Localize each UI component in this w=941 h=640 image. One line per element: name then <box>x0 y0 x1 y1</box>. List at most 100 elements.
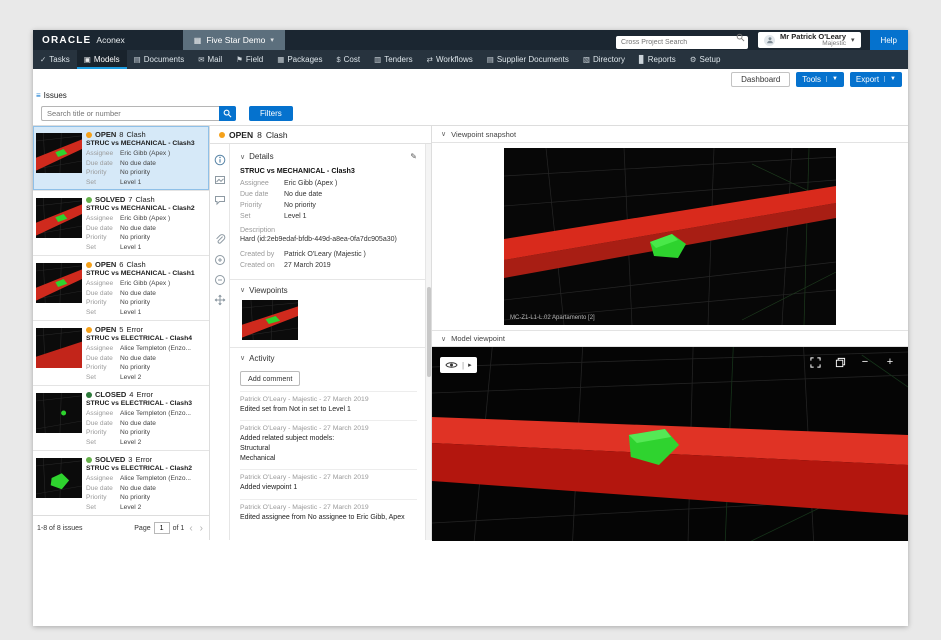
dashboard-button[interactable]: Dashboard <box>731 72 790 87</box>
activity-text: Added related subject models: <box>240 434 417 444</box>
activity-text: Structural <box>240 444 417 454</box>
chevron-down-icon: ▼ <box>884 76 896 82</box>
add-comment-button[interactable]: Add comment <box>240 371 300 386</box>
export-button[interactable]: Export ▼ <box>850 72 902 87</box>
issue-number: 4 <box>129 390 133 399</box>
issue-card[interactable]: OPEN 8 Clash STRUC vs MECHANICAL - Clash… <box>33 126 209 191</box>
viewpoint-image-icon[interactable] <box>214 174 226 186</box>
edit-icon[interactable]: ✎ <box>410 152 417 161</box>
issue-detail-panel: OPEN 8 Clash <box>210 126 432 540</box>
issue-list-footer: 1-8 of 8 issues Page of 1 ‹ › <box>33 515 209 540</box>
nav-item-packages[interactable]: ▦Packages <box>270 50 329 69</box>
nav-item-cost[interactable]: $Cost <box>329 50 367 69</box>
next-page-icon[interactable]: › <box>198 523 205 534</box>
filters-button[interactable]: Filters <box>249 106 293 121</box>
viewpoint-panel: ∨ Viewpoint snapshot <box>432 126 908 540</box>
field-icon: ⚑ <box>236 55 243 64</box>
issue-card[interactable]: SOLVED 7 Clash STRUC vs MECHANICAL - Cla… <box>33 191 209 256</box>
viewpoints-section-header[interactable]: ∨ Viewpoints <box>240 286 417 295</box>
activity-text: Mechanical <box>240 454 417 464</box>
reports-icon: ▊ <box>639 55 645 64</box>
workflows-icon: ⇄ <box>427 55 433 64</box>
transform-axes-icon[interactable] <box>214 294 226 306</box>
fullscreen-icon[interactable] <box>809 356 821 368</box>
add-circle-icon[interactable] <box>214 254 226 266</box>
issue-card[interactable]: SOLVED 3 Error STRUC vs ELECTRICAL - Cla… <box>33 451 209 515</box>
chevron-down-icon: ∨ <box>240 354 245 362</box>
issue-type: Error <box>136 390 153 399</box>
issue-title: STRUC vs ELECTRICAL - Clash3 <box>86 400 206 407</box>
nav-item-models[interactable]: ▣Models <box>77 50 127 69</box>
help-button[interactable]: Help <box>870 30 908 50</box>
nav-item-field[interactable]: ⚑Field <box>229 50 270 69</box>
nav-item-workflows[interactable]: ⇄Workflows <box>420 50 480 69</box>
activity-meta: Patrick O'Leary - Majestic - 27 March 20… <box>240 474 417 481</box>
nav-item-reports[interactable]: ▊Reports <box>632 50 683 69</box>
chevron-down-icon: ∨ <box>240 153 245 161</box>
issue-type: Clash <box>126 130 145 139</box>
detail-field-row: Due dateNo due date <box>240 190 417 201</box>
issue-thumbnail <box>36 198 82 238</box>
viewpoint-snapshot-image: MC-Z1-L1-L.02 Apartamento [2] <box>504 148 836 325</box>
chevron-down-icon: ∨ <box>441 130 446 138</box>
attachment-icon[interactable] <box>214 234 226 246</box>
zoom-in-icon[interactable]: + <box>884 356 896 368</box>
nav-item-documents[interactable]: ▤Documents <box>127 50 192 69</box>
viewpoint-snapshot-header[interactable]: ∨ Viewpoint snapshot <box>432 126 908 143</box>
nav-item-setup[interactable]: ⚙Setup <box>683 50 728 69</box>
nav-item-tenders[interactable]: ▥Tenders <box>367 50 420 69</box>
scrollbar-thumb[interactable] <box>427 287 431 377</box>
page-of-label: of 1 <box>173 525 185 532</box>
info-icon[interactable] <box>214 154 226 166</box>
issue-card[interactable]: OPEN 5 Error STRUC vs ELECTRICAL - Clash… <box>33 321 209 386</box>
nav-item-directory[interactable]: ▧Directory <box>576 50 632 69</box>
project-selector[interactable]: ▦ Five Star Demo ▾ <box>183 30 285 50</box>
model-viewport[interactable]: | ▸ − + <box>432 347 908 541</box>
issue-card[interactable]: CLOSED 4 Error STRUC vs ELECTRICAL - Cla… <box>33 386 209 451</box>
chevron-down-icon: ▾ <box>851 36 855 44</box>
user-menu[interactable]: Mr Patrick O'Leary Majestic ▾ <box>758 32 861 48</box>
issue-search-input[interactable] <box>41 106 219 121</box>
nav-item-mail[interactable]: ✉Mail <box>191 50 229 69</box>
issue-thumbnail <box>36 263 82 303</box>
issues-list-icon: ≡ <box>36 91 41 100</box>
zoom-out-icon[interactable]: − <box>859 356 871 368</box>
top-bar: ORACLE Aconex ▦ Five Star Demo ▾ <box>33 30 908 50</box>
details-section-header[interactable]: ∨ Details ✎ <box>240 152 417 161</box>
search-button[interactable] <box>219 106 236 121</box>
issue-status: OPEN <box>95 130 116 139</box>
nav-item-tasks[interactable]: ✓Tasks <box>33 50 77 69</box>
nav-item-supplier-documents[interactable]: ▤Supplier Documents <box>480 50 576 69</box>
created-by-value: Patrick O'Leary (Majestic ) <box>284 250 366 261</box>
issue-list: OPEN 8 Clash STRUC vs MECHANICAL - Clash… <box>33 126 209 515</box>
setup-icon: ⚙ <box>690 55 697 64</box>
issue-card[interactable]: OPEN 6 Clash STRUC vs MECHANICAL - Clash… <box>33 256 209 321</box>
description-label: Description <box>240 227 417 234</box>
issue-number: 7 <box>128 195 132 204</box>
issue-count: 1-8 of 8 issues <box>37 525 83 532</box>
cross-project-search-input[interactable] <box>616 36 748 49</box>
issue-number: 8 <box>119 130 123 139</box>
issue-search-row: Filters <box>33 101 908 125</box>
issue-status: CLOSED <box>95 390 126 399</box>
visibility-button[interactable]: | ▸ <box>440 357 477 373</box>
model-viewpoint-header[interactable]: ∨ Model viewpoint <box>432 330 908 347</box>
detail-title: STRUC vs MECHANICAL - Clash3 <box>240 166 417 175</box>
issue-thumbnail <box>36 393 82 433</box>
previous-page-icon[interactable]: ‹ <box>187 523 194 534</box>
page-number-input[interactable] <box>154 522 170 534</box>
status-dot <box>86 327 92 333</box>
status-dot <box>86 262 92 268</box>
activity-section-header[interactable]: ∨ Activity <box>240 354 417 363</box>
detail-scrollbar[interactable] <box>425 144 431 540</box>
viewpoint-thumbnail[interactable] <box>242 300 298 340</box>
detail-content: ∨ Details ✎ STRUC vs MECHANICAL - Clash3… <box>230 144 425 540</box>
detail-icon-rail <box>210 144 230 540</box>
remove-circle-icon[interactable] <box>214 274 226 286</box>
layers-icon[interactable] <box>834 356 846 368</box>
detail-fields: AssigneeEric Gibb (Apex )Due dateNo due … <box>240 179 417 222</box>
comment-icon[interactable] <box>214 194 226 206</box>
issue-thumbnail <box>36 458 82 498</box>
status-dot <box>86 392 92 398</box>
tools-button[interactable]: Tools ▼ <box>796 72 844 87</box>
